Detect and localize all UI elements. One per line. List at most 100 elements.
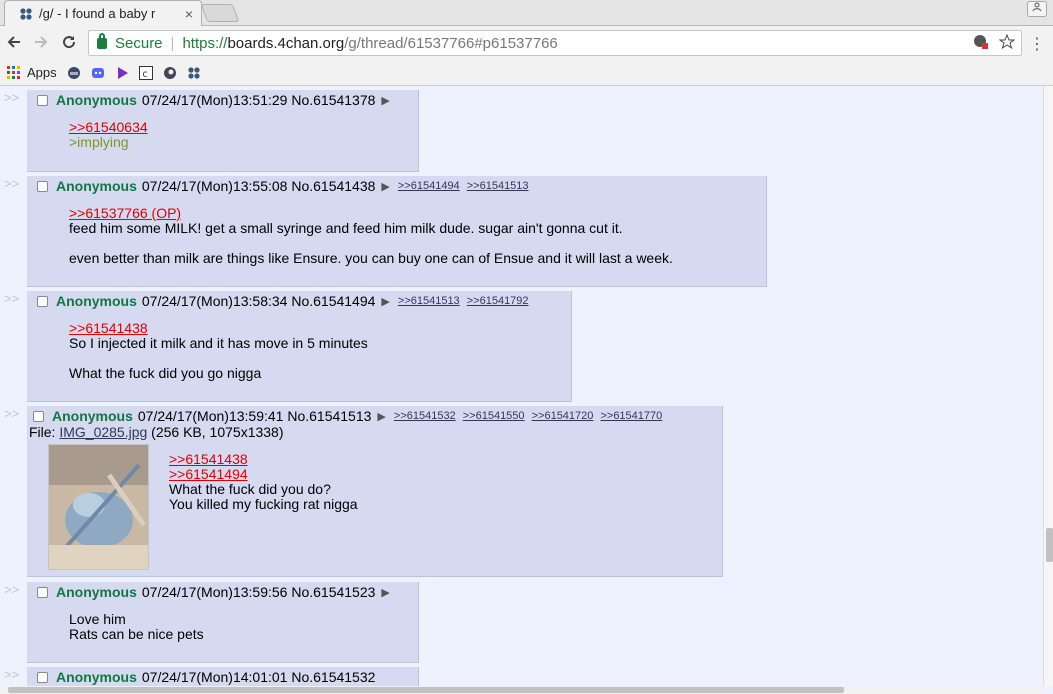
tab-strip: /g/ - I found a baby r × [0,0,1053,26]
side-arrows: >> [4,582,20,597]
reply-post: Anonymous 07/24/17(Mon)14:01:01 No.61541… [27,667,419,686]
vertical-scrollbar[interactable] [1043,86,1053,686]
new-tab-button[interactable] [200,4,240,22]
codecademy-icon[interactable]: c [138,65,153,80]
quote-link[interactable]: >>61541438 [69,321,567,336]
file-meta: (256 KB, 1075x1338) [147,424,284,440]
post-checkbox[interactable] [37,94,48,106]
poster-name: Anonymous [56,92,137,108]
backlink[interactable]: >>61541513 [467,180,529,192]
post-datetime: 07/24/17(Mon)13:51:29 [141,92,288,108]
post-menu-arrow-icon[interactable]: ▶ [381,180,389,193]
clover-bookmark-icon[interactable] [187,66,201,80]
backlink[interactable]: >>61541532 [394,410,456,422]
backlink[interactable]: >>61541550 [463,410,525,422]
reply-post: Anonymous 07/24/17(Mon)13:51:29 No.61541… [27,90,419,172]
vertical-scroll-thumb[interactable] [1046,528,1053,562]
url-scheme: https:// [182,34,228,52]
backlinks: >>61541532 >>61541550 >>61541720 >>61541… [394,410,666,422]
quote-link[interactable]: >>61541438 [169,452,718,467]
post-number[interactable]: No.61541513 [287,408,371,424]
secure-label: Secure [115,34,163,52]
clover-favicon-icon [20,7,32,20]
backlinks: >>61541494 >>61541513 [398,180,533,192]
post-message: Love him Rats can be nice pets [69,612,414,642]
bookmark-star-icon[interactable] [999,34,1015,50]
post-checkbox[interactable] [33,410,44,422]
backlinks: >>61541513 >>61541792 [398,295,533,307]
post-datetime: 07/24/17(Mon)13:55:08 [141,178,288,194]
horizontal-scroll-thumb[interactable] [8,687,844,693]
post-menu-arrow-icon[interactable]: ▶ [377,410,385,423]
url-host: boards.4chan.org [227,34,345,52]
post-menu-arrow-icon[interactable]: ▶ [381,586,389,599]
poster-name: Anonymous [56,669,137,685]
bookmarks-bar: Apps c [0,60,1053,86]
post-menu-arrow-icon[interactable]: ▶ [381,94,389,107]
forward-arrow-icon[interactable] [31,33,51,53]
browser-tab[interactable]: /g/ - I found a baby r × [4,0,202,26]
apps-label: Apps [27,65,57,80]
post-info: Anonymous 07/24/17(Mon)13:51:29 No.61541… [31,92,414,108]
reply-post: Anonymous 07/24/17(Mon)13:59:41 No.61541… [27,406,723,577]
post-info: Anonymous 07/24/17(Mon)14:01:01 No.61541… [31,669,414,685]
back-arrow-icon[interactable] [4,33,24,53]
discord-icon[interactable] [91,66,105,80]
eye-icon[interactable] [163,66,177,80]
message-line: So I injected it milk and it has move in… [69,335,368,351]
backlink[interactable]: >>61541792 [467,295,529,307]
bookmark-helmet-icon[interactable] [67,66,81,80]
side-arrows: >> [4,176,20,191]
blocked-cookie-icon[interactable] [973,34,989,50]
backlink[interactable]: >>61541494 [398,180,460,192]
post-number[interactable]: No.61541378 [291,92,375,108]
backlink[interactable]: >>61541770 [600,410,662,422]
message-line: Rats can be nice pets [69,626,204,642]
poster-name: Anonymous [56,293,137,309]
reload-icon[interactable] [59,33,79,53]
message-line: What the fuck did you do? [169,481,331,497]
horizontal-scrollbar[interactable] [0,686,1043,694]
file-info: File: IMG_0285.jpg (256 KB, 1075x1338) [29,424,718,440]
tab-close-icon[interactable]: × [185,6,193,22]
reply-post: Anonymous 07/24/17(Mon)13:58:34 No.61541… [27,291,572,402]
backlink[interactable]: >>61541720 [532,410,594,422]
quote-link[interactable]: >>61541494 [169,467,718,482]
browser-menu-icon[interactable]: ⋮ [1029,34,1045,54]
message-line: What the fuck did you go nigga [69,365,262,381]
post-checkbox[interactable] [37,295,48,307]
apps-bookmark[interactable]: Apps [7,65,57,80]
post-info: Anonymous 07/24/17(Mon)13:55:08 No.61541… [31,178,762,194]
tab-title: /g/ - I found a baby r [39,6,156,21]
post-message: >>61537766 (OP) feed him some MILK! get … [69,206,762,266]
post-checkbox[interactable] [37,671,48,683]
post-checkbox[interactable] [37,180,48,192]
backlink[interactable]: >>61541513 [398,295,460,307]
side-arrows: >> [4,291,20,306]
quote-link[interactable]: >>61537766 (OP) [69,206,762,221]
profile-icon[interactable] [1027,1,1047,17]
address-bar[interactable]: Secure | https:// boards.4chan.org /g/th… [88,30,1022,56]
message-line: even better than milk are things like En… [69,250,673,266]
post-datetime: 07/24/17(Mon)13:58:34 [141,293,288,309]
post-menu-arrow-icon[interactable]: ▶ [381,295,389,308]
quote-link[interactable]: >>61540634 [69,120,414,135]
post-message: >>61541438 So I injected it milk and it … [69,321,567,381]
twitch-play-icon[interactable] [115,66,129,80]
post-number[interactable]: No.61541438 [291,178,375,194]
post-thumbnail[interactable] [48,444,149,570]
lock-icon [97,32,107,49]
post-number[interactable]: No.61541494 [291,293,375,309]
thread-page: >> Anonymous 07/24/17(Mon)13:51:29 No.61… [0,86,1043,686]
post-number[interactable]: No.61541523 [291,584,375,600]
post-number[interactable]: No.61541532 [291,669,375,685]
side-arrows: >> [4,667,20,682]
browser-toolbar: Secure | https:// boards.4chan.org /g/th… [0,26,1053,60]
file-link[interactable]: IMG_0285.jpg [59,424,147,440]
side-arrows: >> [4,90,20,105]
post-datetime: 07/24/17(Mon)13:59:56 [141,584,288,600]
svg-text:c: c [142,69,148,80]
post-checkbox[interactable] [37,586,48,598]
message-line: You killed my fucking rat nigga [169,496,358,512]
